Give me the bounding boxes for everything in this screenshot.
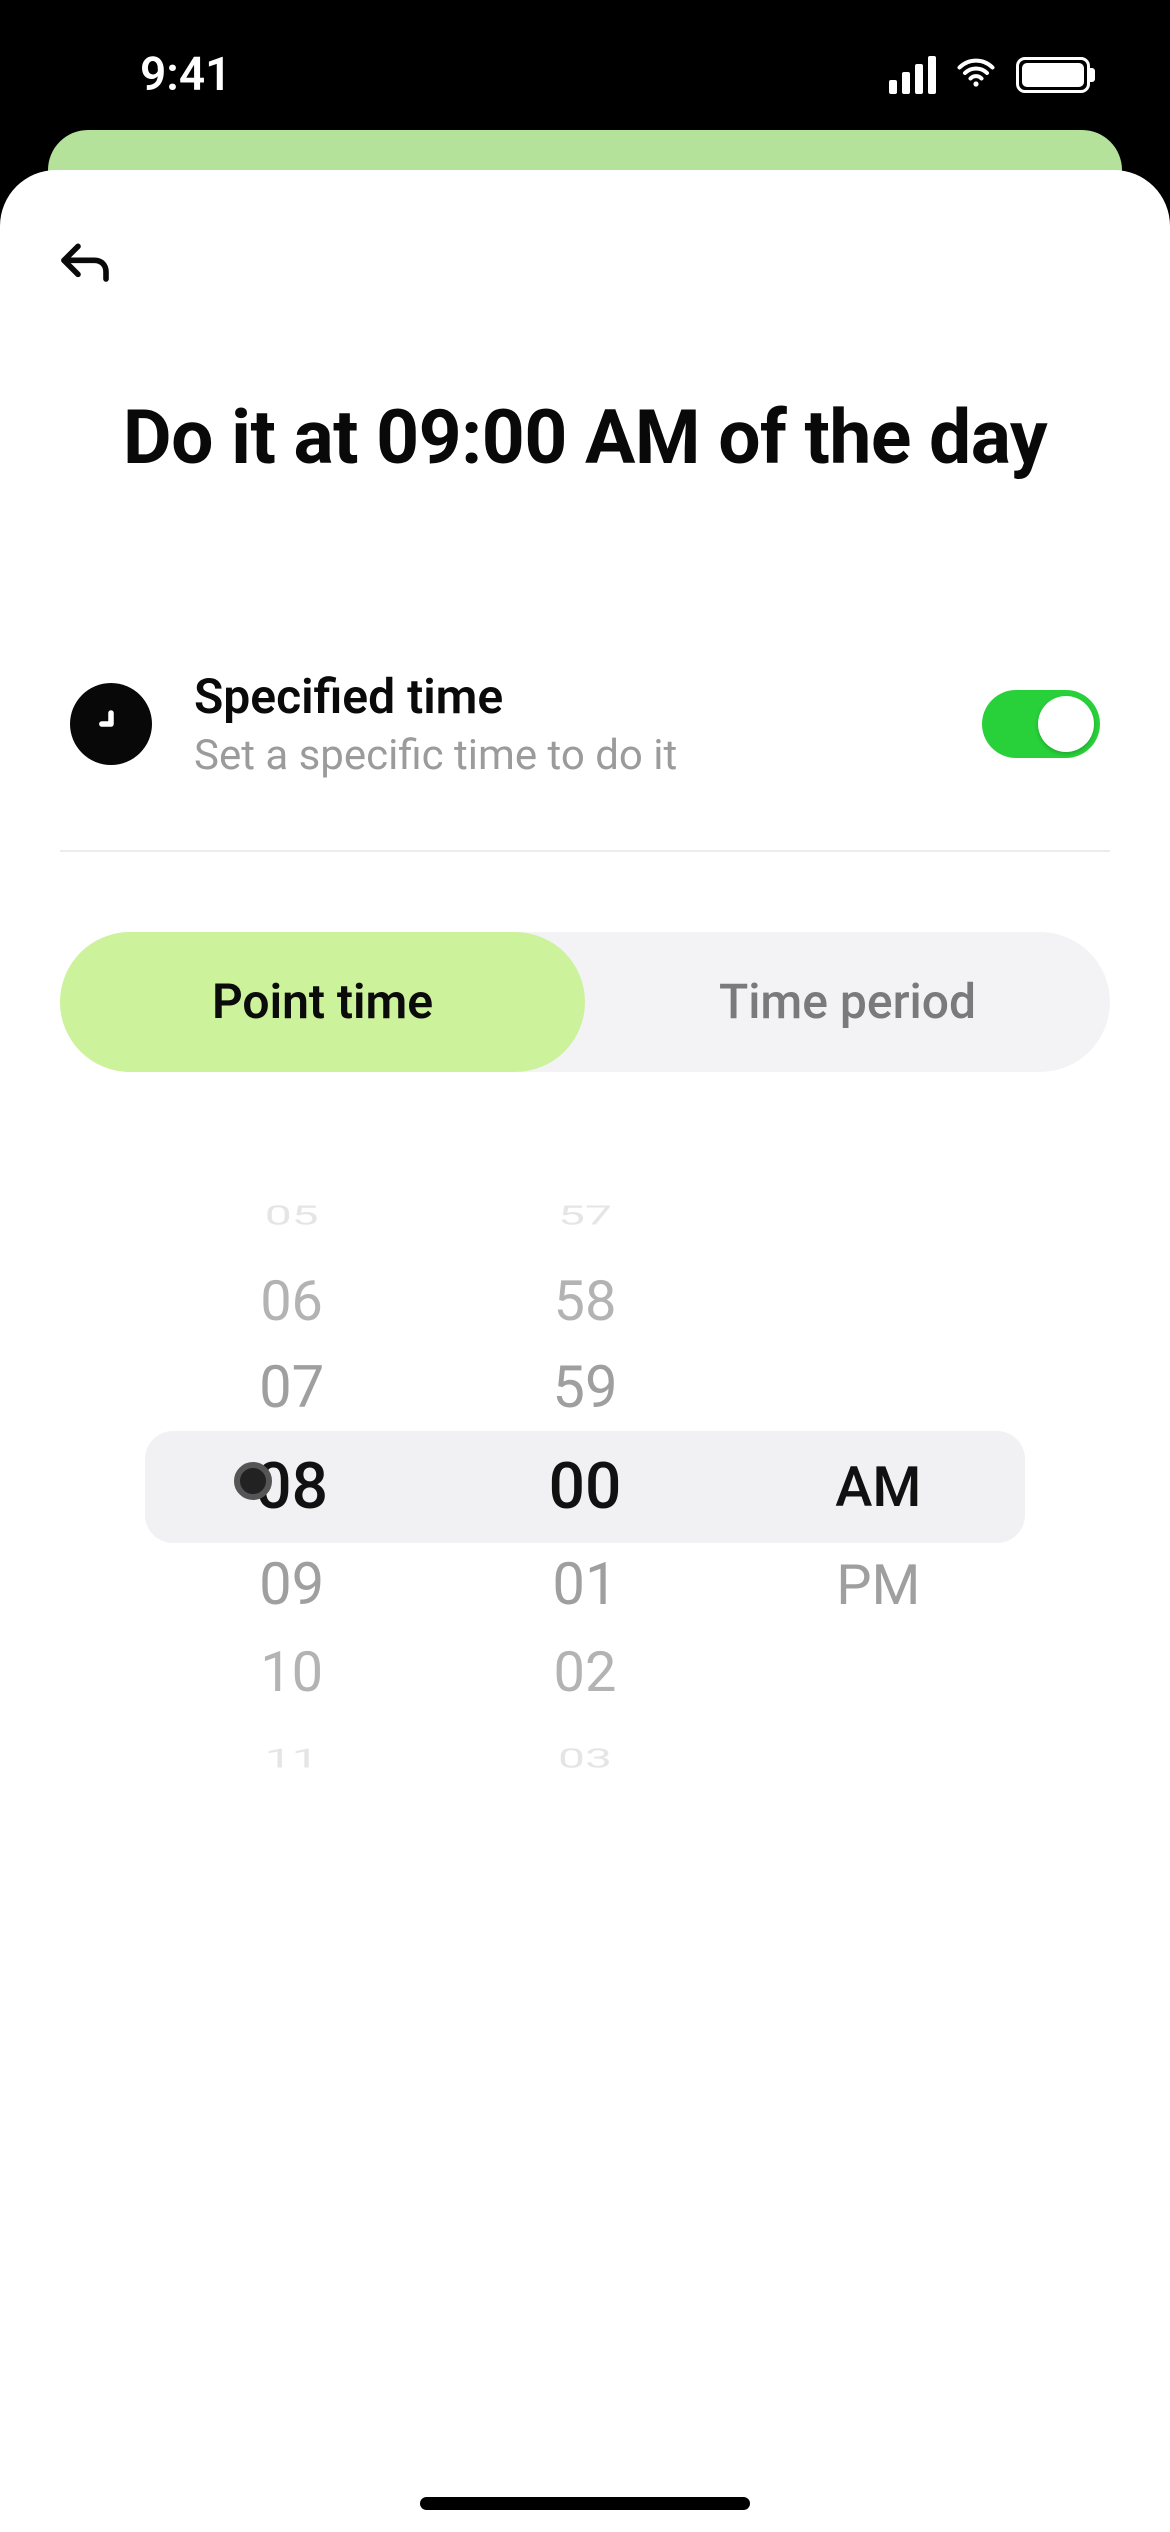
cellular-icon	[889, 56, 936, 94]
hour-option: 11	[265, 1734, 319, 1782]
status-indicators	[889, 51, 1110, 99]
modal-sheet: Do it at 09:00 AM of the day Specified t…	[0, 170, 1170, 2532]
segment-time-period[interactable]: Time period	[585, 932, 1110, 1072]
device-frame: 9:41 Do it at 09:00 AM of the day	[0, 0, 1170, 2532]
hour-option: 09	[259, 1542, 324, 1629]
specified-time-row: Specified time Set a specific time to do…	[70, 668, 1100, 780]
specified-time-texts: Specified time Set a specific time to do…	[194, 668, 940, 780]
specified-time-title: Specified time	[194, 668, 940, 725]
minute-option: 57	[558, 1191, 612, 1239]
specified-time-toggle[interactable]	[982, 690, 1100, 758]
clock-icon	[70, 683, 152, 765]
segment-point-time[interactable]: Point time	[60, 932, 585, 1072]
hour-option: 05	[265, 1191, 319, 1239]
ampm-wheel[interactable]: AM PM	[732, 1182, 1025, 1792]
scroll-indicator-icon	[234, 1462, 272, 1500]
segment-time-period-label: Time period	[719, 973, 976, 1030]
status-bar: 9:41	[0, 0, 1170, 150]
status-time: 9:41	[60, 48, 231, 102]
minute-option: 03	[558, 1734, 612, 1782]
divider	[60, 850, 1110, 852]
specified-time-subtitle: Set a specific time to do it	[194, 731, 940, 780]
time-picker: 05 06 07 08 09 10 11 57 58 59 00 01 02 0…	[145, 1182, 1025, 1792]
hour-option: 10	[260, 1628, 323, 1715]
hour-option: 07	[259, 1345, 324, 1432]
hour-option: 06	[260, 1258, 323, 1345]
toggle-knob	[1038, 696, 1094, 752]
ampm-option: PM	[836, 1542, 920, 1629]
wifi-icon	[954, 51, 998, 99]
ampm-selected: AM	[835, 1431, 921, 1541]
back-button[interactable]	[50, 230, 120, 300]
minute-selected: 00	[549, 1431, 622, 1541]
home-indicator[interactable]	[420, 2497, 750, 2510]
battery-icon	[1016, 57, 1090, 93]
segment-point-time-label: Point time	[212, 973, 433, 1030]
minute-option: 58	[554, 1258, 617, 1345]
page-title: Do it at 09:00 AM of the day	[0, 390, 1170, 488]
minute-wheel[interactable]: 57 58 59 00 01 02 03	[438, 1182, 731, 1792]
minute-option: 59	[552, 1345, 617, 1432]
time-mode-segmented: Point time Time period	[60, 932, 1110, 1072]
minute-option: 02	[554, 1628, 617, 1715]
hour-wheel[interactable]: 05 06 07 08 09 10 11	[145, 1182, 438, 1792]
minute-option: 01	[552, 1542, 617, 1629]
